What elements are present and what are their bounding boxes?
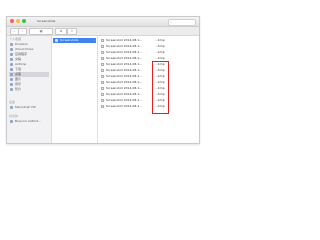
chevron-right-icon: ›: [93, 38, 95, 42]
file-row[interactable]: Screenshot 2014-08-1... ...bmp: [99, 80, 199, 85]
file-row[interactable]: Screenshot 2014-08-1... ...bmp: [99, 44, 199, 49]
movies-icon: [10, 88, 13, 91]
applications-icon: [10, 53, 13, 56]
file-row[interactable]: Screenshot 2014-08-1... ...bmp: [99, 92, 199, 97]
file-row[interactable]: Screenshot 2014-08-1... ...bmp: [99, 50, 199, 55]
file-row[interactable]: Screenshot 2014-08-1... ...bmp: [99, 74, 199, 79]
close-button[interactable]: [10, 19, 14, 23]
file-row[interactable]: Screenshot 2014-08-1... ...bmp: [99, 62, 199, 67]
network-icon: [10, 120, 13, 123]
sidebar-item-airport[interactable]: Boqun's AirPort...: [9, 119, 49, 124]
downloads-icon: [10, 68, 13, 71]
browser-area: Screenshots › Screenshot 2014-08-1......…: [52, 36, 199, 143]
file-icon: [101, 87, 104, 90]
zoom-button[interactable]: [22, 19, 26, 23]
file-row[interactable]: Screenshot 2014-08-1... ...bmp: [99, 68, 199, 73]
sidebar-section-devices: 设备: [9, 100, 16, 104]
file-icon: [101, 75, 104, 78]
column-folders: Screenshots ›: [52, 36, 98, 143]
folder-icon: [55, 39, 58, 42]
file-row[interactable]: Screenshot 2014-08-1... ...bmp: [99, 38, 199, 43]
disk-icon: [10, 106, 13, 109]
file-icon: [101, 93, 104, 96]
file-icon: [101, 69, 104, 72]
file-icon: [101, 99, 104, 102]
sidebar-section-favorites: 个人收藏: [9, 37, 22, 41]
search-icon: ⌕: [170, 20, 172, 24]
forward-button[interactable]: ›: [18, 28, 27, 35]
airdrop-icon: [10, 63, 13, 66]
file-icon: [101, 57, 104, 60]
file-icon: [101, 45, 104, 48]
search-field[interactable]: ⌕: [168, 19, 196, 26]
toolbar: ‹ › ▦ ⚙ ⇪: [7, 27, 199, 36]
dropbox-icon: [10, 43, 13, 46]
documents-icon: [10, 58, 13, 61]
file-row[interactable]: Screenshot 2014-08-1... ...bmp: [99, 104, 199, 109]
column-files: Screenshot 2014-08-1... ...bmp Screenshot…: [98, 36, 199, 143]
window-controls: [10, 19, 26, 23]
action-button[interactable]: ⚙: [55, 28, 67, 35]
window-title: Screenshots: [37, 19, 56, 23]
file-icon: [101, 105, 104, 108]
music-icon: [10, 83, 13, 86]
file-icon: [101, 63, 104, 66]
pictures-icon: [10, 78, 13, 81]
sidebar: 个人收藏 Dropbox iCloud Drive 应用程序 文稿 AirDro…: [7, 36, 52, 143]
file-icon: [101, 39, 104, 42]
sidebar-item-macintosh-hd[interactable]: Macintosh HD: [9, 105, 49, 110]
file-icon: [101, 51, 104, 54]
cloud-icon: [10, 48, 13, 51]
desktop-icon: [10, 73, 13, 76]
view-mode-button[interactable]: ▦: [29, 28, 53, 35]
finder-window: Screenshots ⌕ ‹ › ▦ ⚙ ⇪ 个人收藏 Dropbox iCl…: [6, 16, 200, 144]
folder-item-screenshots[interactable]: Screenshots ›: [53, 38, 96, 43]
sidebar-item-movies[interactable]: 影片: [9, 87, 49, 92]
title-bar: Screenshots ⌕: [7, 17, 199, 27]
file-icon: [101, 81, 104, 84]
sidebar-section-shared: 共享的: [9, 114, 19, 118]
red-highlight-box: [152, 61, 169, 114]
file-row[interactable]: Screenshot 2014-08-1... ...bmp: [99, 56, 199, 61]
file-row[interactable]: Screenshot 2014-08-1... ...bmp: [99, 86, 199, 91]
share-button[interactable]: ⇪: [67, 28, 77, 35]
minimize-button[interactable]: [16, 19, 20, 23]
file-row[interactable]: Screenshot 2014-08-1... ...bmp: [99, 98, 199, 103]
